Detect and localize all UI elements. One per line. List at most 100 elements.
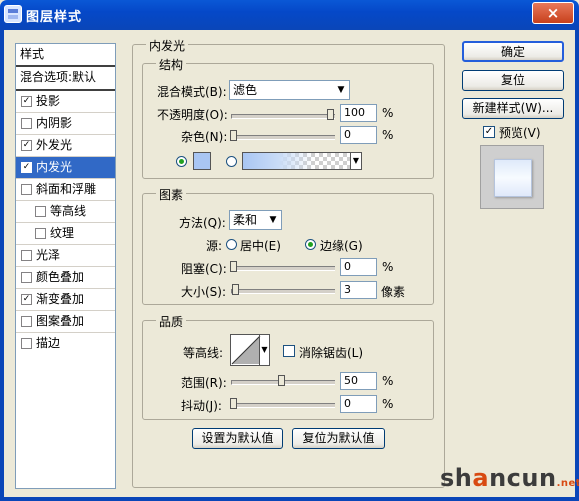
style-item-label: 内发光 xyxy=(36,160,73,174)
style-item-inner-glow[interactable]: ✓ 内发光 xyxy=(16,157,115,179)
style-item-gradient-overlay[interactable]: ✓ 渐变叠加 xyxy=(16,289,115,311)
range-unit: % xyxy=(382,374,394,388)
new-style-button[interactable]: 新建样式(W)... xyxy=(462,98,564,119)
size-unit: 像素 xyxy=(381,285,406,299)
style-item-label: 颜色叠加 xyxy=(36,270,85,284)
watermark-text: .net xyxy=(556,478,579,489)
layers-icon xyxy=(4,5,22,23)
range-input[interactable]: 50 xyxy=(340,372,377,390)
close-button[interactable]: × xyxy=(532,2,574,24)
choke-input[interactable]: 0 xyxy=(340,258,377,276)
style-item-inner-shadow[interactable]: 内阴影 xyxy=(16,113,115,135)
style-item-contour[interactable]: 等高线 xyxy=(16,201,115,223)
style-item-label: 光泽 xyxy=(36,248,61,262)
gradient-picker[interactable]: ▼ xyxy=(242,152,362,170)
checkbox[interactable] xyxy=(21,338,32,349)
style-item-label: 等高线 xyxy=(50,204,87,218)
checkbox[interactable]: ✓ xyxy=(21,162,32,173)
style-item-satin[interactable]: 光泽 xyxy=(16,245,115,267)
contour-label: 等高线: xyxy=(183,346,224,360)
style-item-bevel-emboss[interactable]: 斜面和浮雕 xyxy=(16,179,115,201)
size-input[interactable]: 3 xyxy=(340,281,377,299)
style-item-pattern-overlay[interactable]: 图案叠加 xyxy=(16,311,115,333)
color-radio[interactable] xyxy=(176,156,187,167)
noise-slider-thumb[interactable] xyxy=(230,130,237,141)
dropdown-arrow-icon: ▼ xyxy=(350,153,361,169)
choke-unit: % xyxy=(382,260,394,274)
blend-mode-select[interactable]: 滤色 ▼ xyxy=(229,80,350,100)
source-center-label: 居中(E) xyxy=(240,239,281,253)
style-item-label: 投影 xyxy=(36,94,61,108)
opacity-input[interactable]: 100 xyxy=(340,104,377,122)
blend-options-item[interactable]: 混合选项:默认 xyxy=(16,67,115,91)
style-item-label: 图案叠加 xyxy=(36,314,85,328)
elements-title: 图素 xyxy=(156,186,187,203)
style-item-texture[interactable]: 纹理 xyxy=(16,223,115,245)
source-edge-radio[interactable] xyxy=(305,239,316,250)
glow-color-swatch[interactable] xyxy=(193,152,211,170)
ok-button[interactable]: 确定 xyxy=(462,41,564,62)
checkbox[interactable] xyxy=(21,272,32,283)
watermark-text: sh xyxy=(440,464,473,492)
contour-curve-icon xyxy=(231,335,261,365)
jitter-unit: % xyxy=(382,397,394,411)
style-item-label: 斜面和浮雕 xyxy=(36,182,97,196)
reset-button[interactable]: 复位 xyxy=(462,70,564,91)
style-item-label: 纹理 xyxy=(50,226,75,240)
size-slider-track[interactable] xyxy=(231,289,335,294)
checkbox[interactable] xyxy=(21,250,32,261)
watermark-text: a xyxy=(472,464,490,492)
choke-label: 阻塞(C): xyxy=(181,262,227,276)
opacity-slider-thumb[interactable] xyxy=(327,109,334,120)
style-item-color-overlay[interactable]: 颜色叠加 xyxy=(16,267,115,289)
noise-slider-track[interactable] xyxy=(231,135,335,140)
style-item-label: 内阴影 xyxy=(36,116,73,130)
source-center-radio[interactable] xyxy=(226,239,237,250)
choke-slider-track[interactable] xyxy=(231,266,335,271)
size-slider-thumb[interactable] xyxy=(232,284,239,295)
blend-mode-label: 混合模式(B): xyxy=(157,85,227,99)
checkbox[interactable]: ✓ xyxy=(21,96,32,107)
range-slider-thumb[interactable] xyxy=(278,375,285,386)
dropdown-arrow-icon: ▼ xyxy=(269,215,277,225)
method-select[interactable]: 柔和 ▼ xyxy=(229,210,282,230)
opacity-slider-track[interactable] xyxy=(231,114,335,119)
style-list: 样式 混合选项:默认 ✓ 投影 内阴影 ✓ 外发光 ✓ 内发光 斜面和浮雕 等高… xyxy=(15,43,116,489)
checkbox[interactable]: ✓ xyxy=(21,140,32,151)
reset-default-button[interactable]: 复位为默认值 xyxy=(292,428,385,449)
method-value: 柔和 xyxy=(233,213,258,227)
checkbox[interactable] xyxy=(21,184,32,195)
jitter-slider-track[interactable] xyxy=(231,403,335,408)
preview-checkbox[interactable]: ✓ xyxy=(483,126,495,138)
jitter-input[interactable]: 0 xyxy=(340,395,377,413)
jitter-label: 抖动(J): xyxy=(181,399,222,413)
opacity-unit: % xyxy=(382,106,394,120)
opacity-label: 不透明度(O): xyxy=(157,108,228,122)
checkbox[interactable] xyxy=(35,206,46,217)
source-edge-label: 边缘(G) xyxy=(320,239,363,253)
style-item-outer-glow[interactable]: ✓ 外发光 xyxy=(16,135,115,157)
noise-input[interactable]: 0 xyxy=(340,126,377,144)
style-item-label: 描边 xyxy=(36,336,61,350)
method-label: 方法(Q): xyxy=(179,216,226,230)
source-label: 源: xyxy=(206,239,223,253)
checkbox[interactable]: ✓ xyxy=(21,294,32,305)
antialias-checkbox[interactable] xyxy=(283,345,295,357)
title-bar xyxy=(0,0,579,30)
preview-label: 预览(V) xyxy=(499,126,541,140)
style-item-stroke[interactable]: 描边 xyxy=(16,333,115,355)
style-item-drop-shadow[interactable]: ✓ 投影 xyxy=(16,91,115,113)
contour-picker[interactable]: ▼ xyxy=(230,334,270,366)
checkbox[interactable] xyxy=(35,228,46,239)
window-title: 图层样式 xyxy=(26,10,83,25)
set-default-button[interactable]: 设置为默认值 xyxy=(192,428,283,449)
checkbox[interactable] xyxy=(21,118,32,129)
gradient-radio[interactable] xyxy=(226,156,237,167)
dropdown-arrow-icon: ▼ xyxy=(337,85,345,95)
noise-unit: % xyxy=(382,128,394,142)
jitter-slider-thumb[interactable] xyxy=(230,398,237,409)
choke-slider-thumb[interactable] xyxy=(230,261,237,272)
inner-glow-title: 内发光 xyxy=(146,37,189,54)
antialias-label: 消除锯齿(L) xyxy=(299,346,364,360)
checkbox[interactable] xyxy=(21,316,32,327)
